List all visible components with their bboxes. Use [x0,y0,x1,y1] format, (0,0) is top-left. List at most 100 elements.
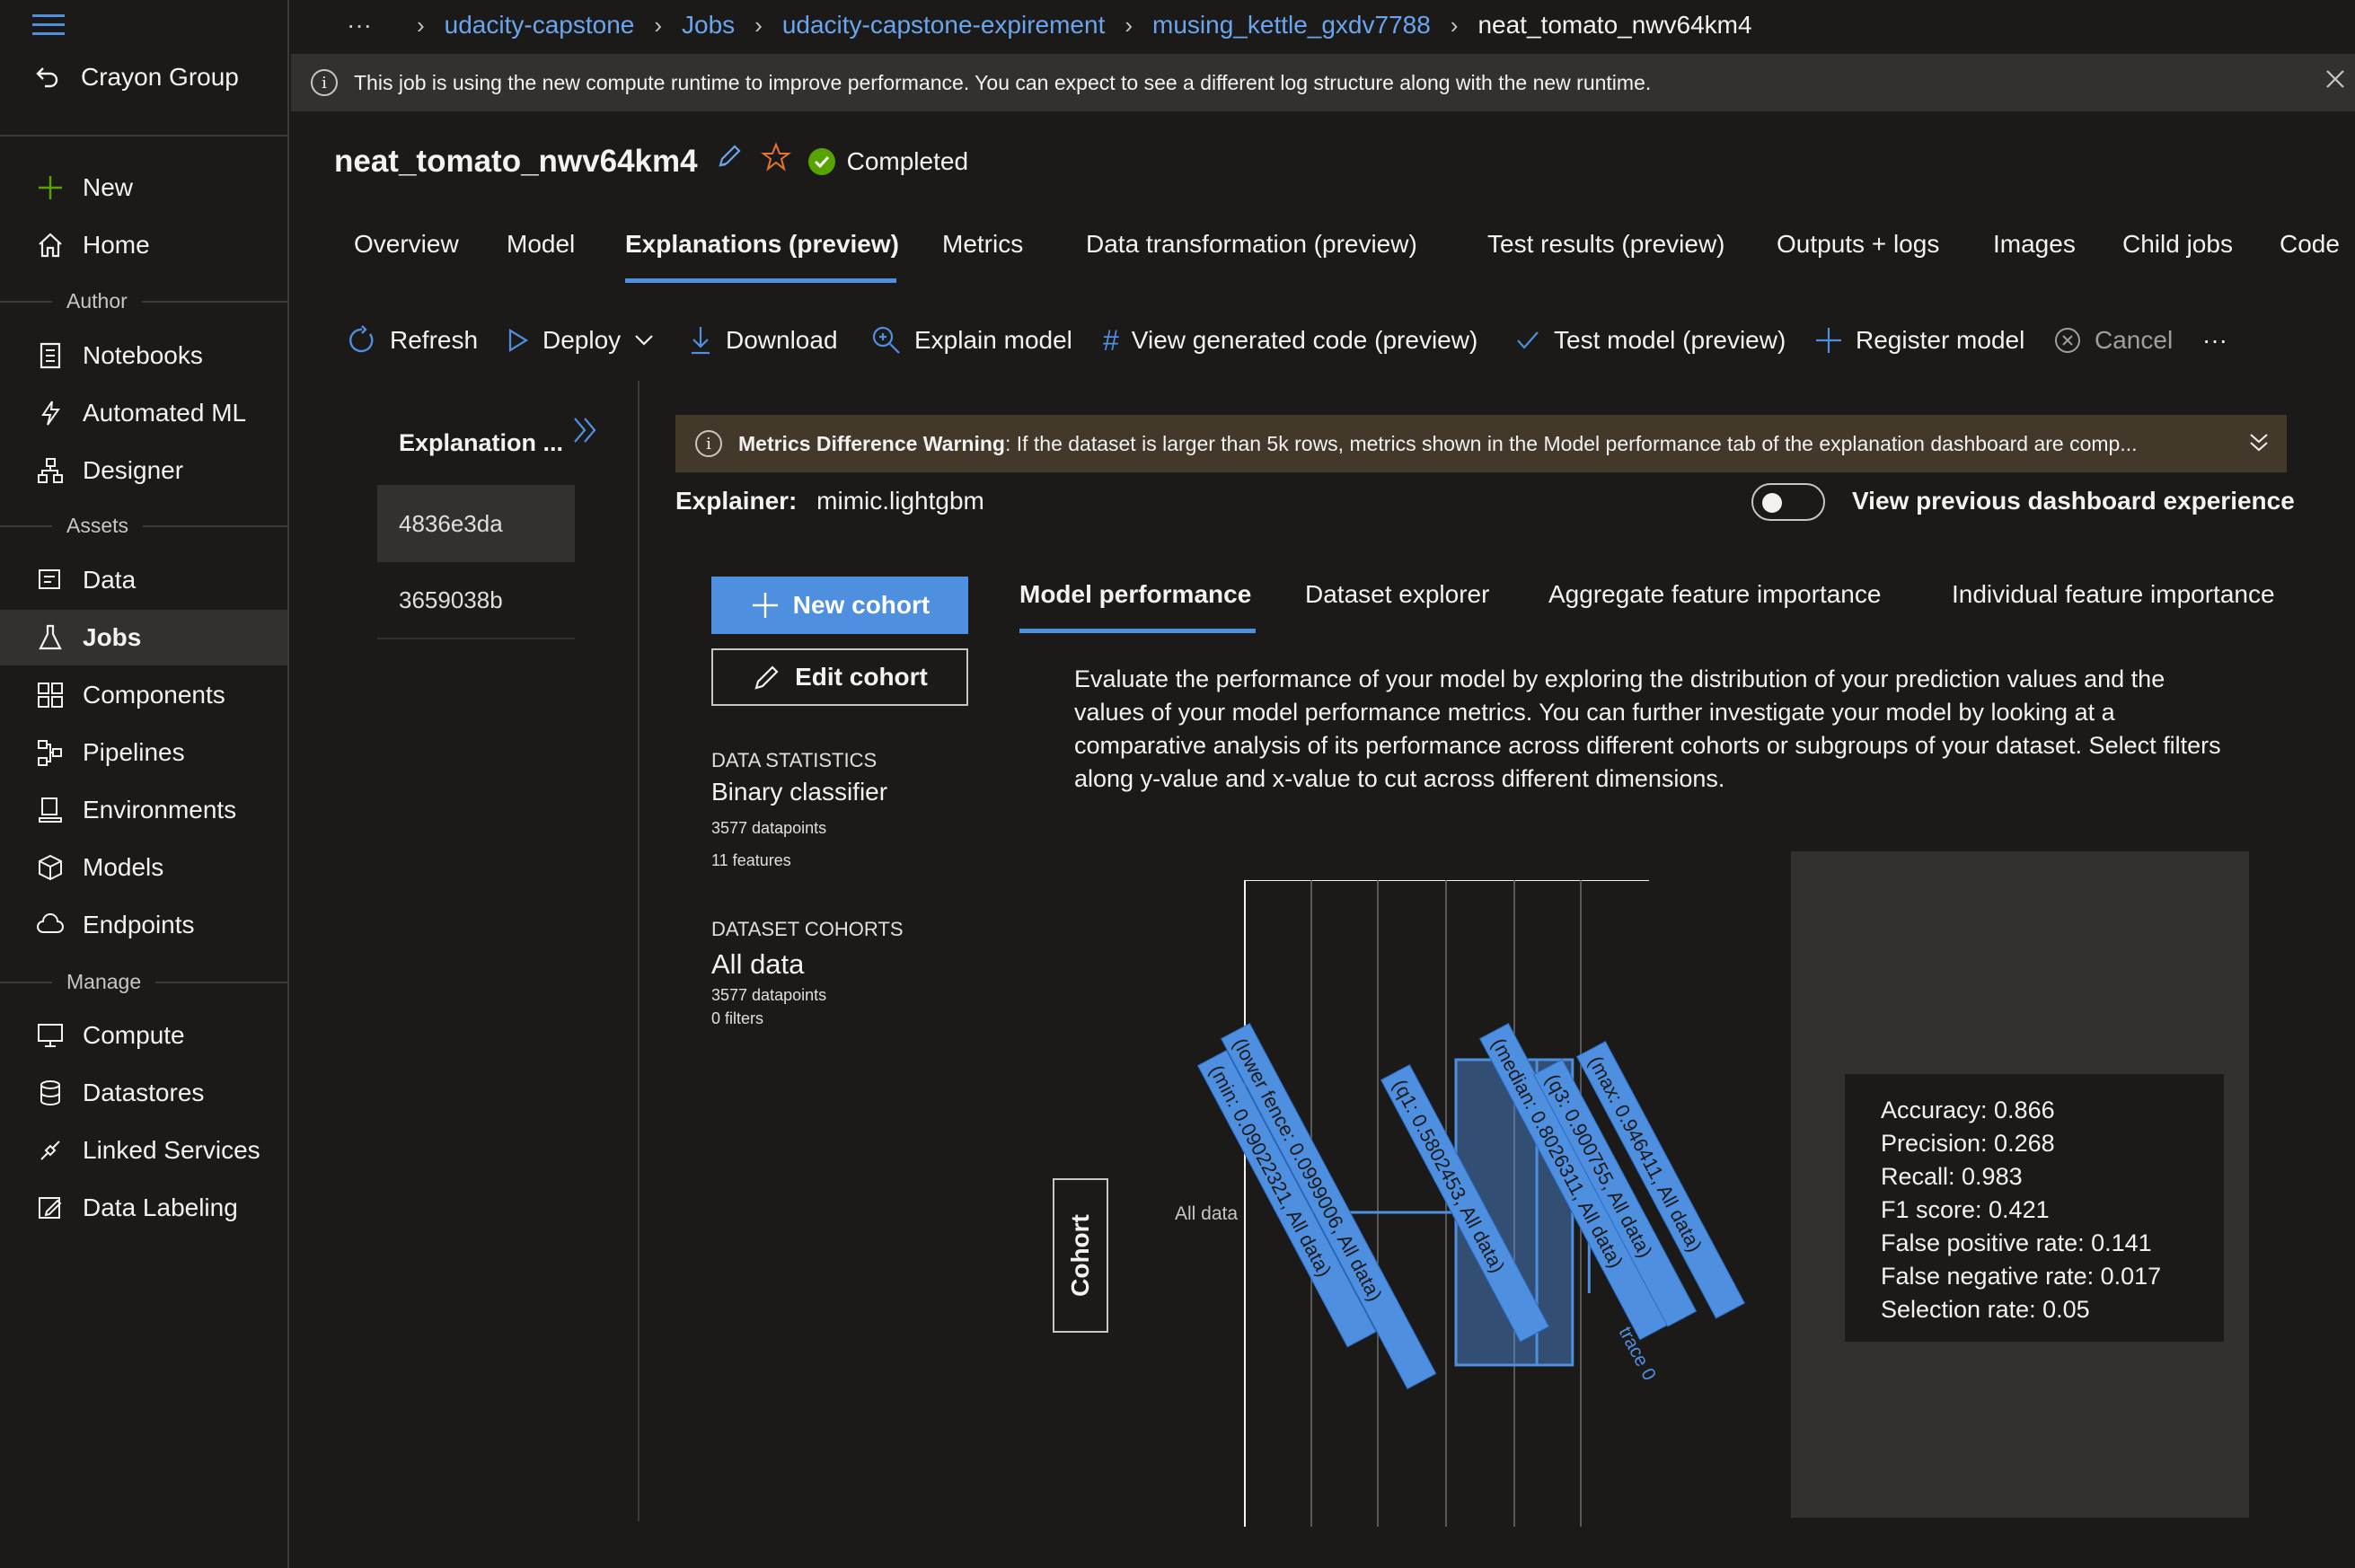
job-title: neat_tomato_nwv64km4 [334,143,698,179]
register-label: Register model [1856,326,2025,354]
plus-icon [752,593,778,618]
tab-test-results[interactable]: Test results (preview) [1487,230,1725,259]
edit-pencil-icon[interactable] [714,142,745,181]
tab-model[interactable]: Model [507,230,575,259]
tab-explanations[interactable]: Explanations (preview) [625,230,899,259]
explainer-value: mimic.lightgbm [816,487,984,515]
sidebar-item-pipelines[interactable]: Pipelines [0,725,287,780]
metric-fpr: False positive rate: 0.141 [1881,1229,2152,1256]
plus-icon [34,172,66,204]
tab-aggregate-feature-importance[interactable]: Aggregate feature importance [1548,580,1881,609]
home-icon [34,229,66,261]
tab-dataset-explorer[interactable]: Dataset explorer [1305,580,1489,609]
tab-child-jobs[interactable]: Child jobs [2122,230,2233,259]
sidebar-item-models[interactable]: Models [0,840,287,895]
sidebar-item-compute[interactable]: Compute [0,1008,287,1063]
sidebar-item-new[interactable]: New [0,160,287,216]
tab-model-performance[interactable]: Model performance [1019,580,1251,609]
sidebar-item-linked-services[interactable]: Linked Services [0,1123,287,1178]
hamburger-menu-icon[interactable] [32,14,65,36]
tab-overview[interactable]: Overview [354,230,459,259]
sidebar-item-label: New [83,173,134,201]
more-options-button[interactable]: ··· [2202,322,2227,359]
expand-panel-icon[interactable] [571,415,600,450]
sidebar-item-environments[interactable]: Environments [0,782,287,838]
sidebar-item-data-labeling[interactable]: Data Labeling [0,1180,287,1236]
tab-images[interactable]: Images [1993,230,2076,259]
sidebar-item-designer[interactable]: Designer [0,443,287,498]
explanation-item[interactable]: 4836e3da [377,485,575,562]
breadcrumb: ··· › udacity-capstone › Jobs › udacity-… [291,0,2355,50]
cube-icon [34,851,66,884]
explanation-item[interactable]: 3659038b [377,562,575,639]
data-icon [34,564,66,596]
tab-metrics[interactable]: Metrics [942,230,1023,259]
sidebar-item-label: Notebooks [83,341,203,369]
tab-outputs-logs[interactable]: Outputs + logs [1777,230,1939,259]
metrics-warning-banner: i Metrics Difference Warning : If the da… [675,415,2287,472]
edit-box-icon [34,1192,66,1224]
chevron-right-icon: › [1125,11,1133,39]
sidebar-item-notebooks[interactable]: Notebooks [0,328,287,383]
warning-title: Metrics Difference Warning [738,431,1005,455]
sidebar-item-label: Environments [83,796,237,824]
refresh-icon [347,325,377,356]
view-generated-code-button[interactable]: # View generated code (preview) [1103,322,1477,359]
tab-code[interactable]: Code [2280,230,2340,259]
page-title: neat_tomato_nwv64km4 Completed [334,142,968,181]
breadcrumb-current: neat_tomato_nwv64km4 [1477,11,1752,39]
features-count: 11 features [711,851,791,869]
chevron-double-down-icon[interactable] [2247,431,2271,460]
previous-dashboard-toggle[interactable] [1751,483,1825,521]
sidebar-group-author: Author [0,289,287,313]
sidebar-item-endpoints[interactable]: Endpoints [0,897,287,953]
sidebar-item-datastores[interactable]: Datastores [0,1065,287,1121]
new-cohort-button[interactable]: New cohort [711,577,968,634]
active-inner-tab-indicator [1019,629,1256,633]
box-plot-chart[interactable]: All data(lower fence: 0.0999006, All dat… [1168,880,1778,1527]
tab-data-transformation[interactable]: Data transformation (preview) [1086,230,1417,259]
refresh-button[interactable]: Refresh [347,322,478,359]
workspace-switcher[interactable]: Crayon Group [32,63,239,92]
explain-model-button[interactable]: Explain model [871,322,1072,359]
sidebar-item-components[interactable]: Components [0,667,287,723]
cancel-button[interactable]: Cancel [2053,322,2173,359]
breadcrumb-link[interactable]: udacity-capstone-expirement [782,11,1106,40]
deploy-button[interactable]: Deploy [505,322,655,359]
test-model-button[interactable]: Test model (preview) [1514,322,1786,359]
tab-individual-feature-importance[interactable]: Individual feature importance [1952,580,2275,609]
cancel-circle-icon [2053,326,2082,355]
download-button[interactable]: Download [688,322,838,359]
sidebar-item-label: Linked Services [83,1136,260,1164]
sidebar-item-jobs[interactable]: Jobs [0,610,287,665]
info-icon: i [695,430,722,457]
chevron-right-icon: › [654,11,663,39]
close-icon[interactable] [2323,66,2348,97]
sidebar-item-label: Models [83,853,164,881]
explainer-row: Explainer: mimic.lightgbm [675,487,984,515]
breadcrumb-link[interactable]: udacity-capstone [445,11,635,40]
sidebar-item-automated-ml[interactable]: Automated ML [0,385,287,441]
star-icon[interactable] [760,142,791,181]
explain-label: Explain model [914,326,1072,354]
edit-cohort-button[interactable]: Edit cohort [711,648,968,706]
breadcrumb-link[interactable]: Jobs [682,11,735,40]
panel-divider [638,381,639,1521]
metric-selection-rate: Selection rate: 0.05 [1881,1296,2090,1323]
download-label: Download [726,326,838,354]
y-axis-cohort-button[interactable]: Cohort [1053,1178,1108,1333]
model-performance-description: Evaluate the performance of your model b… [1074,665,2221,792]
sidebar-item-label: Data [83,566,137,594]
link-icon [34,1134,66,1167]
breadcrumb-link[interactable]: musing_kettle_gxdv7788 [1152,11,1431,40]
sidebar-item-home[interactable]: Home [0,217,287,273]
sidebar-item-data[interactable]: Data [0,552,287,608]
test-model-label: Test model (preview) [1554,326,1786,354]
cohort-name: All data [711,948,805,980]
breadcrumb-overflow-button[interactable]: ··· [347,11,372,40]
sidebar-item-label: Endpoints [83,911,195,938]
pencil-icon [754,665,779,690]
register-model-button[interactable]: Register model [1814,322,2024,359]
notebook-icon [34,339,66,372]
sidebar-item-label: Home [83,231,150,259]
